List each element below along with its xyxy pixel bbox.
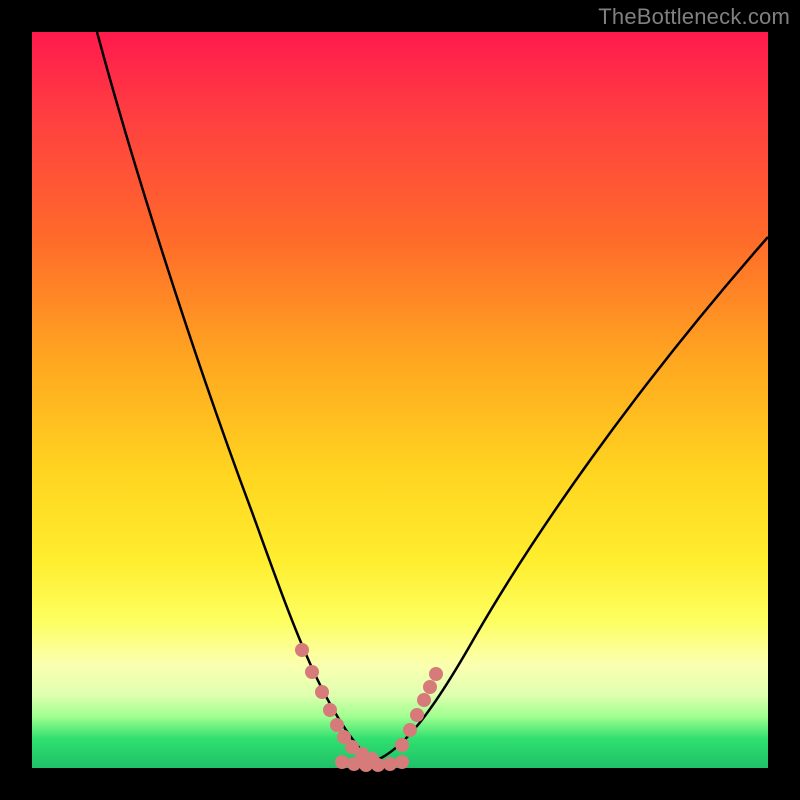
watermark-text: TheBottleneck.com (598, 4, 790, 30)
left-curve (97, 32, 372, 762)
left-dots-group (295, 643, 379, 766)
chart-svg (32, 32, 768, 768)
chart-frame: TheBottleneck.com (0, 0, 800, 800)
right-dots-group (395, 667, 443, 752)
